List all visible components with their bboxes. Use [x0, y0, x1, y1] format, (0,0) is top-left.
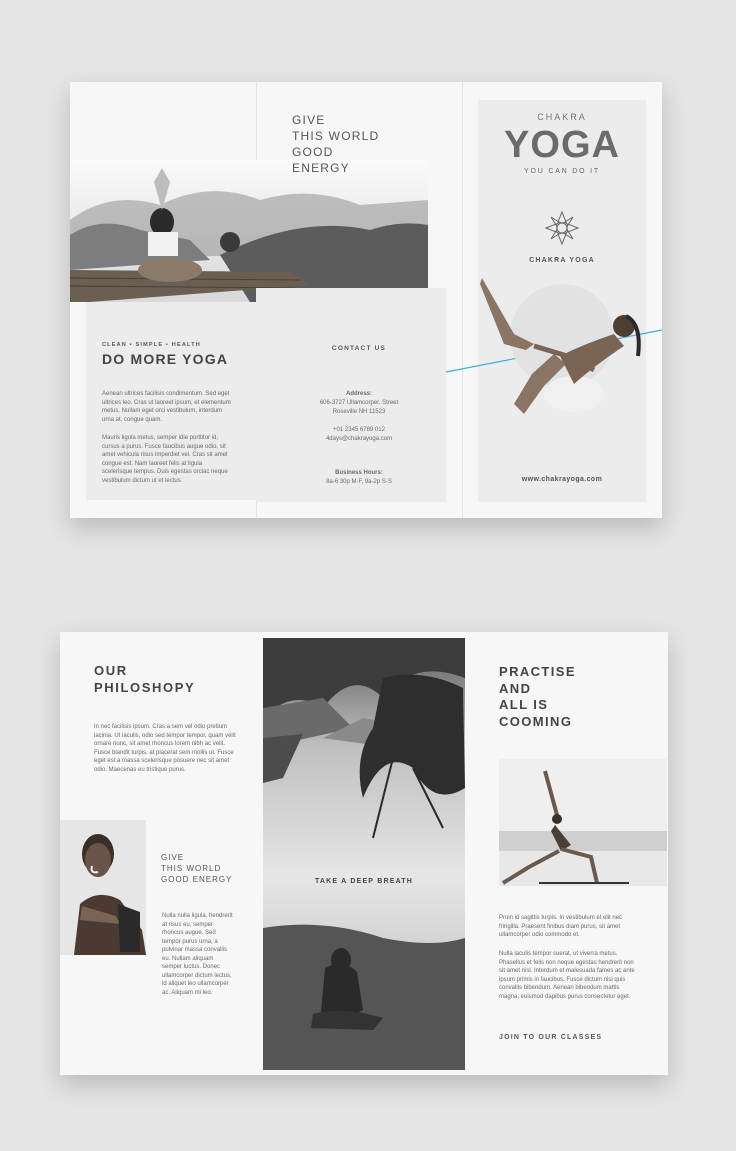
hours-text: 8a-6:30p M-F, 9a-2p S-S [326, 479, 392, 485]
address-text: 606-3727 Ullamcorper. Street Roseville N… [319, 400, 399, 415]
page: { "top": { "give_text": "GIVE\nTHIS WORL… [0, 0, 736, 1151]
meditation-photo [70, 160, 428, 302]
phone-email: +01 2345 6789 012 4days@chakrayoga.com [325, 427, 393, 442]
top-body-text-2: Mauris ligula metus, semper idie porttit… [102, 435, 228, 484]
practise-title: PRACTISE AND ALL IS COOMING [499, 664, 576, 729]
practise-body-1: Proin id sagittis turpis. In vestibulum … [499, 915, 623, 938]
chakra-yoga-label: CHAKRA YOGA [529, 257, 595, 264]
tagline: CLEAN • SIMPLE • HEALTH [102, 342, 201, 348]
give-energy-title: GIVE THIS WORLD GOOD ENERGY [292, 113, 380, 175]
give-energy-body: Nulla nulla ligula, hendrerit at risus e… [162, 913, 233, 996]
join-classes-link[interactable]: JOIN TO OUR CLASSES [499, 1034, 602, 1041]
give-energy-subtitle: GIVE THIS WORLD GOOD ENERGY [161, 853, 233, 884]
top-body-text: Aenean ultrices facilisis condimentum. S… [102, 391, 231, 423]
practise-body-2: Nulla iaculis tempor suerat, ut viverra … [499, 951, 635, 1000]
hours-label: Business Hours: [335, 470, 383, 476]
address-label: Address: [345, 391, 372, 397]
fold-line [462, 82, 463, 518]
take-breath-text: TAKE A DEEP BREATH [314, 878, 414, 885]
philosophy-body: In nec facilisis ipsum. Cras a sem vel o… [94, 724, 236, 773]
website-link[interactable]: www.chakrayoga.com [478, 476, 646, 483]
chakra-small-title: CHAKRA [537, 112, 587, 122]
yoga-title: YOGA [504, 124, 620, 166]
lotus-icon [544, 210, 580, 246]
you-can-subtitle: YOU CAN DO IT [524, 168, 600, 175]
contact-title: CONTACT US [331, 345, 387, 352]
river-photo [263, 638, 465, 1070]
beach-yoga-photo [499, 759, 667, 886]
portrait-card [60, 820, 146, 955]
philosophy-title: OUR PHILOSHOPY [94, 663, 196, 695]
yoga-man-photo [474, 274, 646, 430]
do-more-yoga-title: DO MORE YOGA [102, 351, 229, 367]
